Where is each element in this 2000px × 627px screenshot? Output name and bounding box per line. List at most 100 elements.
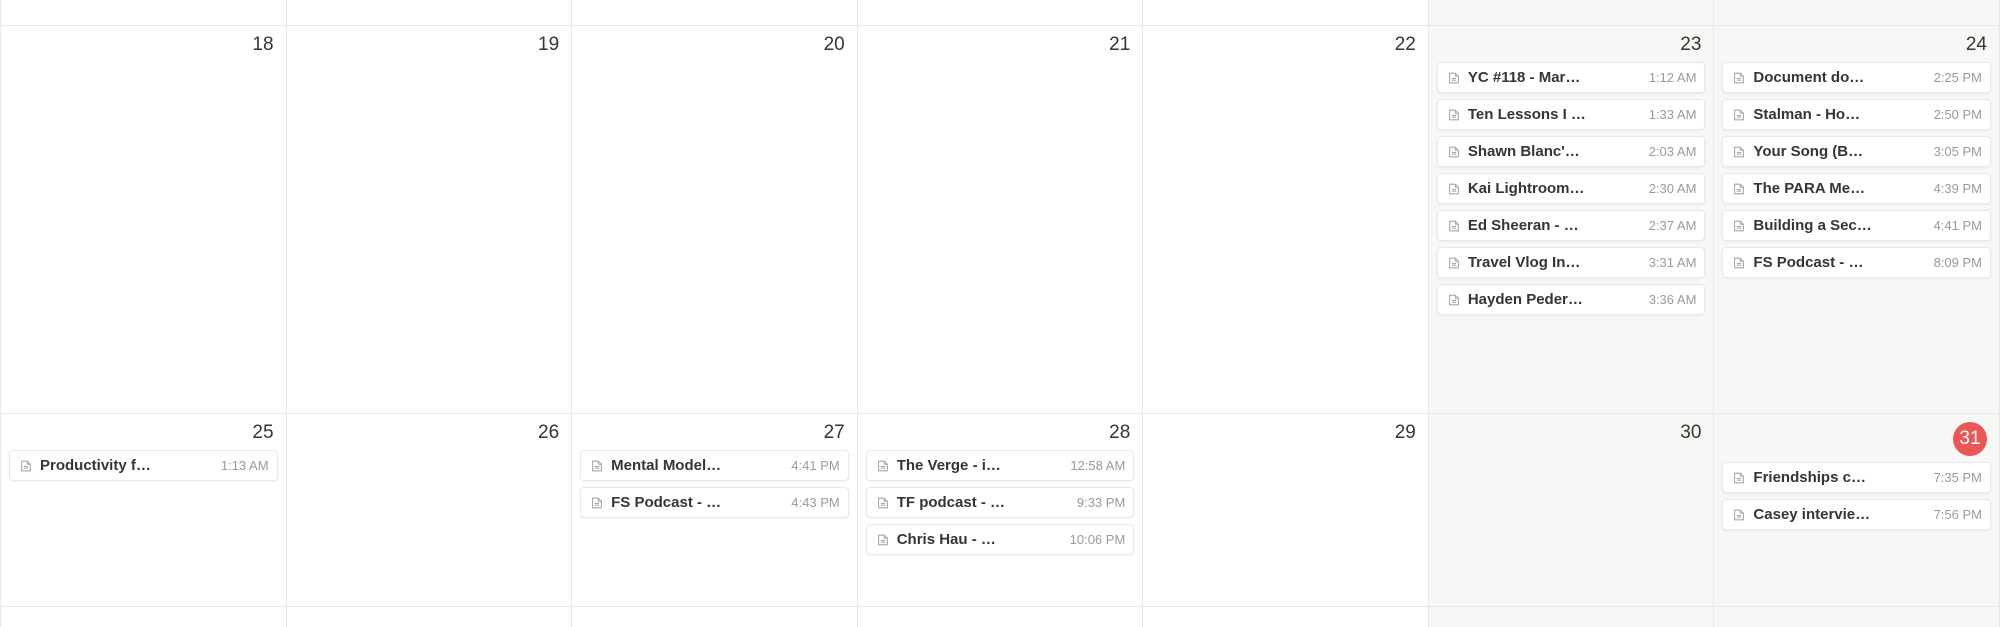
page-icon — [1446, 70, 1462, 86]
event-title: Casey intervie… — [1753, 506, 1927, 523]
calendar-day-cell[interactable]: 18 — [1, 26, 287, 414]
calendar-day-cell[interactable]: 31 Friendships c… 7:35 PM Casey intervie…7:… — [1714, 414, 2000, 607]
calendar-day-cell[interactable]: 20 — [572, 26, 858, 414]
events-container: Document do…2:25 PM Stalman - Ho…2:50 PM Y… — [1722, 62, 1991, 284]
page-icon — [1731, 218, 1747, 234]
day-number: 31 — [1722, 422, 1991, 456]
event-title: YC #118 - Mar… — [1468, 69, 1643, 86]
event-time: 1:13 AM — [221, 458, 269, 473]
day-number: 19 — [295, 34, 564, 56]
calendar-day-cell[interactable]: 30 — [1429, 414, 1715, 607]
page-icon — [1731, 255, 1747, 271]
event-time: 2:30 AM — [1649, 181, 1697, 196]
event-title: The Verge - i… — [897, 457, 1065, 474]
page-icon — [1446, 107, 1462, 123]
day-number: 26 — [295, 422, 564, 444]
calendar-day-cell[interactable]: 22 — [1143, 26, 1429, 414]
calendar-day-cell[interactable] — [1714, 607, 2000, 627]
event-title: Stalman - Ho… — [1753, 106, 1927, 123]
calendar-event[interactable]: FS Podcast - …4:43 PM — [580, 487, 849, 518]
calendar-event[interactable]: Shawn Blanc'… 2:03 AM — [1437, 136, 1706, 167]
calendar-day-cell[interactable] — [1, 0, 287, 26]
event-title: FS Podcast - … — [611, 494, 785, 511]
calendar-day-cell[interactable]: 27Mental Model…4:41 PMFS Podcast - …4:43… — [572, 414, 858, 607]
event-title: Friendships c… — [1753, 469, 1927, 486]
calendar-event[interactable]: Document do…2:25 PM — [1722, 62, 1991, 93]
calendar-day-cell[interactable]: 19 — [287, 26, 573, 414]
event-time: 12:58 AM — [1070, 458, 1125, 473]
event-time: 2:03 AM — [1649, 144, 1697, 159]
calendar-day-cell[interactable] — [1, 607, 287, 627]
page-icon — [1446, 292, 1462, 308]
calendar-day-cell[interactable] — [1429, 607, 1715, 627]
day-number: 30 — [1437, 422, 1706, 444]
events-container: Productivity f…1:13 AM — [9, 450, 278, 487]
calendar-event[interactable]: Building a Sec…4:41 PM — [1722, 210, 1991, 241]
calendar-event[interactable]: FS Podcast - …8:09 PM — [1722, 247, 1991, 278]
calendar-event[interactable]: Productivity f…1:13 AM — [9, 450, 278, 481]
events-container: YC #118 - Mar… 1:12 AM Ten Lessons I …1:33… — [1437, 62, 1706, 321]
calendar-event[interactable]: The PARA Me…4:39 PM — [1722, 173, 1991, 204]
calendar-day-cell[interactable]: 24Document do…2:25 PMStalman - Ho…2:50 P… — [1714, 26, 2000, 414]
calendar-event[interactable]: Chris Hau - …10:06 PM — [866, 524, 1135, 555]
page-icon — [1731, 107, 1747, 123]
calendar-day-cell[interactable]: 26 — [287, 414, 573, 607]
calendar-day-cell[interactable] — [1714, 0, 2000, 26]
event-time: 3:05 PM — [1934, 144, 1982, 159]
event-time: 2:25 PM — [1934, 70, 1982, 85]
calendar-day-cell[interactable] — [1143, 0, 1429, 26]
calendar-event[interactable]: YC #118 - Mar… 1:12 AM — [1437, 62, 1706, 93]
calendar-event[interactable]: Casey intervie…7:56 PM — [1722, 499, 1991, 530]
event-title: Mental Model… — [611, 457, 785, 474]
calendar-event[interactable]: Friendships c… 7:35 PM — [1722, 462, 1991, 493]
page-icon — [875, 458, 891, 474]
day-number: 22 — [1151, 34, 1420, 56]
calendar-event[interactable]: Stalman - Ho…2:50 PM — [1722, 99, 1991, 130]
page-icon — [1731, 507, 1747, 523]
day-number: 20 — [580, 34, 849, 56]
calendar-event[interactable]: Your Song (B… 3:05 PM — [1722, 136, 1991, 167]
calendar-day-cell[interactable] — [287, 607, 573, 627]
event-time: 4:41 PM — [1934, 218, 1982, 233]
calendar-day-cell[interactable]: 28The Verge - i…12:58 AMTF podcast - …9:… — [858, 414, 1144, 607]
calendar-event[interactable]: TF podcast - …9:33 PM — [866, 487, 1135, 518]
calendar-event[interactable]: The Verge - i… 12:58 AM — [866, 450, 1135, 481]
event-time: 1:12 AM — [1649, 70, 1697, 85]
calendar-event[interactable]: Kai Lightroom…2:30 AM — [1437, 173, 1706, 204]
calendar-grid: 181920212223YC #118 - Mar…1:12 AMTen Les… — [0, 0, 2000, 627]
event-title: The PARA Me… — [1753, 180, 1927, 197]
page-icon — [18, 458, 34, 474]
page-icon — [875, 495, 891, 511]
calendar-day-cell[interactable] — [287, 0, 573, 26]
calendar-day-cell[interactable] — [858, 0, 1144, 26]
event-title: Shawn Blanc'… — [1468, 143, 1643, 160]
page-icon — [1731, 181, 1747, 197]
calendar-day-cell[interactable]: 25Productivity f…1:13 AM — [1, 414, 287, 607]
calendar-day-cell[interactable] — [572, 607, 858, 627]
event-title: Your Song (B… — [1753, 143, 1927, 160]
calendar-day-cell[interactable] — [572, 0, 858, 26]
event-title: TF podcast - … — [897, 494, 1071, 511]
page-icon — [589, 458, 605, 474]
events-container: Friendships c… 7:35 PM Casey intervie…7:56… — [1722, 462, 1991, 536]
calendar-day-cell[interactable]: 29 — [1143, 414, 1429, 607]
page-icon — [1731, 144, 1747, 160]
calendar-event[interactable]: Mental Model… 4:41 PM — [580, 450, 849, 481]
calendar-event[interactable]: Ten Lessons I …1:33 AM — [1437, 99, 1706, 130]
calendar-day-cell[interactable]: 21 — [858, 26, 1144, 414]
calendar-day-cell[interactable] — [858, 607, 1144, 627]
event-time: 4:41 PM — [791, 458, 839, 473]
calendar-event[interactable]: Hayden Peder…3:36 AM — [1437, 284, 1706, 315]
events-container: Mental Model… 4:41 PM FS Podcast - …4:43 P… — [580, 450, 849, 524]
event-time: 1:33 AM — [1649, 107, 1697, 122]
event-title: Hayden Peder… — [1468, 291, 1643, 308]
event-time: 7:35 PM — [1934, 470, 1982, 485]
calendar-day-cell[interactable] — [1429, 0, 1715, 26]
calendar-day-cell[interactable] — [1143, 607, 1429, 627]
page-icon — [875, 532, 891, 548]
events-container: The Verge - i… 12:58 AM TF podcast - …9:33… — [866, 450, 1135, 561]
calendar-event[interactable]: Ed Sheeran - …2:37 AM — [1437, 210, 1706, 241]
calendar-event[interactable]: Travel Vlog In…3:31 AM — [1437, 247, 1706, 278]
calendar-day-cell[interactable]: 23YC #118 - Mar…1:12 AMTen Lessons I …1:… — [1429, 26, 1715, 414]
event-time: 3:31 AM — [1649, 255, 1697, 270]
